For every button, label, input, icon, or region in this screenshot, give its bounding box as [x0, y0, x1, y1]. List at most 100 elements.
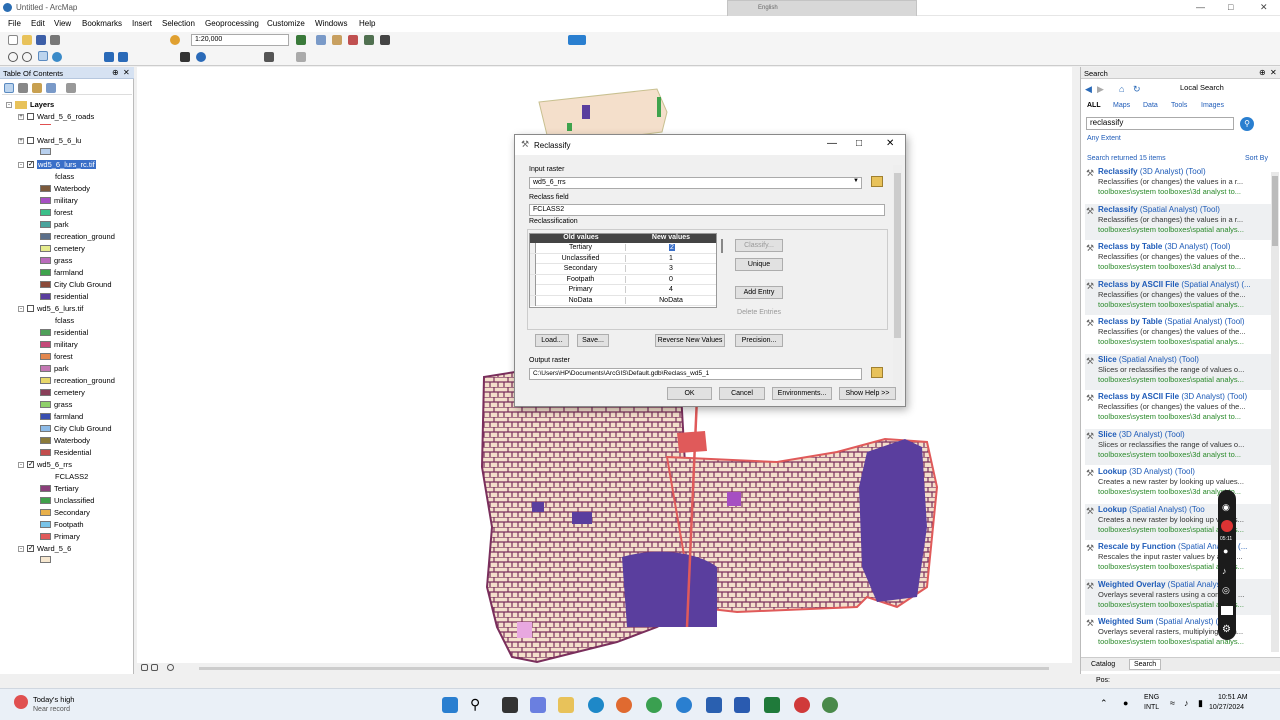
layer-visibility-checkbox[interactable]: ✓: [27, 461, 34, 468]
search-window-icon[interactable]: [348, 35, 358, 45]
result-name[interactable]: Reclassify: [1098, 167, 1138, 176]
expand-collapse-icon[interactable]: -: [18, 305, 24, 312]
new-document-icon[interactable]: [8, 35, 18, 45]
dialog-scrollbar-thumb[interactable]: [894, 173, 901, 338]
input-raster-select[interactable]: wd5_6_rrs: [529, 177, 862, 189]
menu-geoprocessing[interactable]: Geoprocessing: [205, 19, 259, 28]
dialog-minimize-icon[interactable]: —: [827, 138, 837, 149]
home-icon[interactable]: ⌂: [1119, 84, 1124, 94]
delete-entries-button[interactable]: Delete Entries: [735, 307, 783, 320]
python-window-icon[interactable]: [380, 35, 390, 45]
dialog-maximize-icon[interactable]: □: [856, 138, 862, 149]
new-value-cell[interactable]: 2: [669, 244, 675, 251]
search-tab-data[interactable]: Data: [1143, 102, 1158, 109]
load-button[interactable]: Load...: [535, 334, 569, 347]
reclass-field-select[interactable]: FCLASS2: [529, 204, 885, 216]
layer-row[interactable]: - ✓ wd5_6_lurs_rc.tif: [18, 160, 96, 169]
cancel-button[interactable]: Cancel: [719, 387, 765, 400]
back-extent-icon[interactable]: [104, 52, 114, 62]
settings-gear-icon[interactable]: ⚙: [1222, 624, 1231, 635]
toc-close-icon[interactable]: ✕: [123, 68, 130, 77]
weather-icon[interactable]: [14, 695, 28, 709]
search-result-item[interactable]: ⚒ Reclassify (Spatial Analyst) (Tool) Recl…: [1085, 203, 1279, 240]
result-name[interactable]: Slice: [1098, 355, 1117, 364]
layer-row[interactable]: - ✓ Ward_5_6: [18, 544, 71, 553]
search-result-item[interactable]: ⚒ Rescale by Function (Spatial Analyst) (…: [1085, 541, 1279, 577]
search-pin-icon[interactable]: ⊕: [1259, 68, 1266, 77]
excel-icon[interactable]: [764, 697, 780, 713]
reverse-new-values-button[interactable]: Reverse New Values: [655, 334, 725, 347]
menu-customize[interactable]: Customize: [267, 19, 305, 28]
new-value-cell[interactable]: NoData: [626, 297, 716, 304]
result-title[interactable]: Weighted Overlay (Spatial Analyst): [1098, 580, 1225, 589]
layer-visibility-checkbox[interactable]: [27, 305, 34, 312]
ok-button[interactable]: OK: [667, 387, 712, 400]
list-by-source-icon[interactable]: [18, 83, 28, 93]
result-name[interactable]: Reclass by ASCII File: [1098, 392, 1179, 401]
collapse-icon[interactable]: -: [6, 101, 12, 108]
old-value-cell[interactable]: Tertiary: [536, 244, 626, 251]
menu-insert[interactable]: Insert: [132, 19, 152, 28]
old-value-cell[interactable]: Secondary: [536, 265, 626, 272]
result-title[interactable]: Reclass by Table (Spatial Analyst) (Tool…: [1098, 317, 1245, 326]
search-result-item[interactable]: ⚒ Reclass by ASCII File (3D Analyst) (Too…: [1085, 391, 1279, 427]
result-title[interactable]: Weighted Sum (Spatial Analyst) (Tool): [1098, 617, 1236, 626]
search-taskbar-icon[interactable]: ⚲: [470, 696, 480, 713]
result-title[interactable]: Reclassify (3D Analyst) (Tool): [1098, 167, 1206, 176]
result-name[interactable]: Reclass by ASCII File: [1098, 280, 1179, 289]
zoom-in-icon[interactable]: [8, 52, 18, 62]
start-icon[interactable]: [442, 697, 458, 713]
new-value-cell[interactable]: 4: [626, 286, 716, 293]
search-tab-tools[interactable]: Tools: [1171, 102, 1187, 109]
search-result-item[interactable]: ⚒ Reclassify (3D Analyst) (Tool) Reclassif…: [1085, 166, 1279, 202]
menu-windows[interactable]: Windows: [315, 19, 347, 28]
layer-row[interactable]: - ✓ wd5_6_rrs: [18, 460, 72, 469]
dialog-scrollbar[interactable]: [893, 165, 902, 401]
dropdown-arrow-icon[interactable]: ▼: [853, 178, 859, 184]
clock-time[interactable]: 10:51 AM: [1218, 694, 1248, 701]
back-arrow-icon[interactable]: ◀: [1085, 84, 1092, 95]
file-explorer-icon[interactable]: [558, 697, 574, 713]
arcmap-taskbar-icon[interactable]: [822, 697, 838, 713]
result-title[interactable]: Lookup (Spatial Analyst) (Too: [1098, 505, 1205, 514]
copilot-icon[interactable]: [530, 697, 546, 713]
scale-dropdown[interactable]: 1:20,000: [191, 34, 289, 46]
full-extent-icon[interactable]: [52, 52, 62, 62]
reclass-table[interactable]: Old values New values Tertiary 2 Unclassif…: [529, 233, 717, 308]
result-name[interactable]: Lookup: [1098, 505, 1127, 514]
mic-tray-icon[interactable]: ●: [1123, 698, 1128, 708]
result-title[interactable]: Slice (3D Analyst) (Tool): [1098, 430, 1185, 439]
identify-icon[interactable]: [196, 52, 206, 62]
table-scrollbar[interactable]: [721, 239, 723, 253]
wps-icon[interactable]: [794, 697, 810, 713]
edge-icon[interactable]: [588, 697, 604, 713]
output-raster-field[interactable]: C:\Users\HP\Documents\ArcGIS\Default.gdb…: [529, 368, 862, 380]
result-name[interactable]: Reclass by Table: [1098, 242, 1162, 251]
search-result-item[interactable]: ⚒ Reclass by Table (3D Analyst) (Tool) Rec…: [1085, 241, 1279, 277]
forward-arrow-icon[interactable]: ▶: [1097, 84, 1104, 95]
reclass-row[interactable]: Tertiary 2: [530, 243, 716, 254]
result-name[interactable]: Weighted Sum: [1098, 617, 1153, 626]
firefox-icon[interactable]: [616, 697, 632, 713]
color-swatch-icon[interactable]: [568, 35, 586, 45]
speaker-icon[interactable]: ♪: [1222, 566, 1227, 576]
search-tab-maps[interactable]: Maps: [1113, 102, 1130, 109]
old-value-cell[interactable]: Unclassified: [536, 254, 626, 262]
expand-collapse-icon[interactable]: -: [18, 545, 24, 552]
expand-collapse-icon[interactable]: +: [18, 113, 24, 120]
maximize-icon[interactable]: □: [1228, 2, 1233, 12]
list-by-selection-icon[interactable]: [46, 83, 56, 93]
search-result-item[interactable]: ⚒ Reclass by ASCII File (Spatial Analyst)…: [1085, 278, 1279, 315]
list-by-visibility-icon[interactable]: [32, 83, 42, 93]
arctoolbox-icon[interactable]: [364, 35, 374, 45]
close-icon[interactable]: ✕: [1260, 2, 1268, 13]
data-view-icon[interactable]: [141, 664, 148, 671]
refresh-search-icon[interactable]: ↻: [1133, 84, 1141, 95]
layer-row[interactable]: + Ward_5_6_lu: [18, 136, 81, 145]
reclass-row[interactable]: Footpath 0: [530, 274, 716, 285]
environments-button[interactable]: Environments...: [772, 387, 832, 400]
layer-row[interactable]: + Ward_5_6_roads: [18, 112, 94, 121]
search-tab-images[interactable]: Images: [1201, 102, 1224, 109]
search-result-item[interactable]: ⚒ Weighted Sum (Spatial Analyst) (Tool) Ov…: [1085, 616, 1279, 652]
search-returned-count[interactable]: Search returned 15 items: [1087, 155, 1166, 162]
